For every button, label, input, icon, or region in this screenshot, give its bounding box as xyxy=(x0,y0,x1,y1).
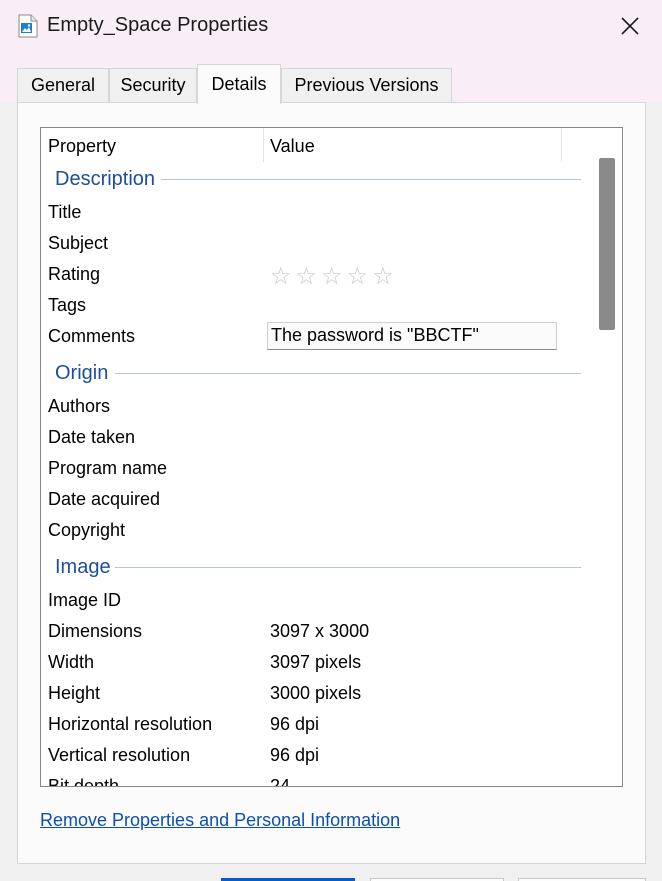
property-name[interactable]: Date acquired xyxy=(48,489,160,510)
comments-field[interactable]: The password is "BBCTF" xyxy=(267,322,557,350)
property-name[interactable]: Image ID xyxy=(48,590,121,611)
close-button[interactable] xyxy=(598,0,662,52)
property-name[interactable]: Horizontal resolution xyxy=(48,714,212,735)
vertical-scrollbar[interactable] xyxy=(592,128,622,786)
property-value[interactable]: 96 dpi xyxy=(270,714,319,735)
property-name[interactable]: Title xyxy=(48,202,81,223)
property-name[interactable]: Bit depth xyxy=(48,776,119,786)
property-name[interactable]: Tags xyxy=(48,295,86,316)
property-name[interactable]: Rating xyxy=(48,264,100,285)
window-title: Empty_Space Properties xyxy=(47,14,269,36)
image-file-icon xyxy=(18,14,38,38)
group-title-description: Description xyxy=(55,168,159,191)
property-name[interactable]: Dimensions xyxy=(48,621,142,642)
column-header-value[interactable]: Value xyxy=(270,136,315,157)
tab-general[interactable]: General xyxy=(17,68,109,102)
group-divider xyxy=(115,373,581,374)
column-divider[interactable] xyxy=(561,128,562,162)
column-header: Property Value xyxy=(41,128,601,162)
property-name[interactable]: Width xyxy=(48,652,94,673)
tab-details[interactable]: Details xyxy=(197,64,281,104)
close-icon xyxy=(621,17,639,35)
tab-security[interactable]: Security xyxy=(109,68,197,102)
property-value[interactable]: 3097 x 3000 xyxy=(270,621,369,642)
star-icon[interactable]: ☆ xyxy=(321,263,344,290)
properties-list[interactable]: Property Value Description Title Subject… xyxy=(40,127,623,787)
group-divider xyxy=(161,179,581,180)
star-icon[interactable]: ☆ xyxy=(372,263,395,290)
property-name[interactable]: Date taken xyxy=(48,427,135,448)
property-value[interactable]: 96 dpi xyxy=(270,745,319,766)
group-title-origin: Origin xyxy=(55,362,112,385)
title-bar: Empty_Space Properties xyxy=(0,0,662,52)
scrollbar-thumb[interactable] xyxy=(599,158,615,330)
column-header-property[interactable]: Property xyxy=(48,136,116,157)
property-name[interactable]: Comments xyxy=(48,326,135,347)
property-name[interactable]: Vertical resolution xyxy=(48,745,190,766)
property-value[interactable]: 24 xyxy=(270,776,290,786)
tab-previous-versions[interactable]: Previous Versions xyxy=(281,68,452,102)
star-icon[interactable]: ☆ xyxy=(347,263,370,290)
property-name[interactable]: Subject xyxy=(48,233,108,254)
property-name[interactable]: Authors xyxy=(48,396,110,417)
column-divider[interactable] xyxy=(263,128,264,162)
property-value[interactable]: 3097 pixels xyxy=(270,652,361,673)
group-title-image: Image xyxy=(55,556,114,579)
rating-stars[interactable]: ☆ ☆ ☆ ☆ ☆ xyxy=(270,262,398,291)
property-value[interactable]: 3000 pixels xyxy=(270,683,361,704)
star-icon[interactable]: ☆ xyxy=(296,263,319,290)
remove-properties-link[interactable]: Remove Properties and Personal Informati… xyxy=(40,810,400,831)
property-name[interactable]: Height xyxy=(48,683,100,704)
star-icon[interactable]: ☆ xyxy=(270,263,293,290)
group-divider xyxy=(115,567,581,568)
property-name[interactable]: Program name xyxy=(48,458,167,479)
property-name[interactable]: Copyright xyxy=(48,520,125,541)
